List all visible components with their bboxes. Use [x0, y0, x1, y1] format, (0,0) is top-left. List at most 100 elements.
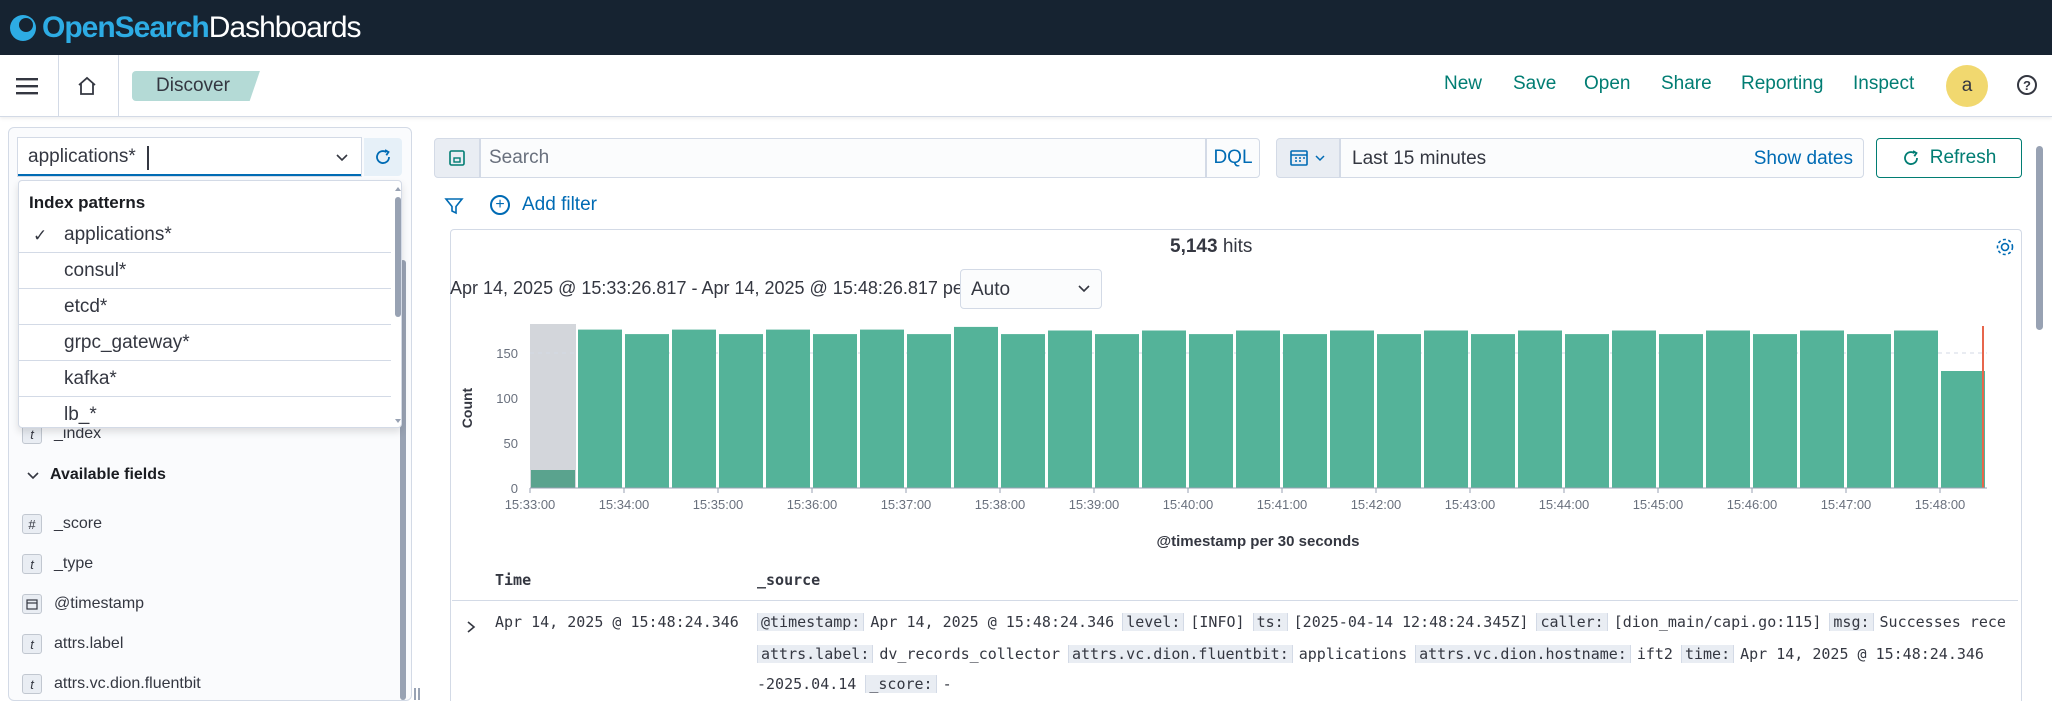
index-option-consul[interactable]: consul*: [19, 253, 391, 289]
main-scrollbar[interactable]: [2034, 140, 2046, 701]
index-option-lb[interactable]: lb_*: [19, 397, 391, 427]
chevron-down-icon[interactable]: [335, 148, 349, 169]
source-value: applications: [1298, 645, 1408, 663]
histogram-bar[interactable]: [1753, 334, 1797, 488]
date-range-value: Last 15 minutes: [1352, 148, 1487, 169]
histogram-bar[interactable]: [907, 334, 951, 488]
field-name: @timestamp: [54, 595, 145, 612]
index-option-grpc-gateway[interactable]: grpc_gateway*: [19, 325, 391, 361]
user-avatar[interactable]: a: [1946, 65, 1988, 107]
share-link[interactable]: Share: [1661, 73, 1712, 95]
menu-icon[interactable]: [10, 69, 44, 103]
index-pattern-combobox[interactable]: applications*: [18, 138, 361, 176]
home-icon[interactable]: [70, 69, 104, 103]
time-range-text: Apr 14, 2025 @ 15:33:26.817 - Apr 14, 20…: [450, 278, 969, 298]
breadcrumb-discover[interactable]: Discover: [132, 71, 260, 101]
date-range-picker[interactable]: Last 15 minutes Show dates: [1340, 138, 1864, 178]
histogram-bar[interactable]: [860, 329, 904, 488]
dropdown-scrollbar[interactable]: [393, 181, 401, 427]
query-language-toggle[interactable]: DQL: [1206, 138, 1260, 178]
filter-icon[interactable]: [444, 196, 464, 221]
refresh-index-button[interactable]: [364, 138, 402, 176]
x-tick-label: 15:37:00: [881, 497, 932, 512]
gear-icon[interactable]: [1994, 236, 2016, 263]
row-timestamp: Apr 14, 2025 @ 15:48:24.346: [495, 613, 739, 631]
refresh-label: Refresh: [1929, 147, 1997, 168]
scrollbar-thumb[interactable]: [395, 197, 401, 317]
index-option-kafka[interactable]: kafka*: [19, 361, 391, 397]
source-value: Successes rece: [1879, 613, 2006, 631]
chevron-right-icon: [467, 621, 476, 633]
x-tick-label: 15:44:00: [1539, 497, 1590, 512]
field-name: attrs.vc.dion.fluentbit: [54, 675, 201, 692]
available-fields-header[interactable]: Available fields: [26, 466, 166, 484]
source-line: @timestamp: Apr 14, 2025 @ 15:48:24.346 le…: [757, 613, 2019, 631]
histogram-bar[interactable]: [578, 329, 622, 488]
save-link[interactable]: Save: [1513, 73, 1556, 95]
help-icon[interactable]: ?: [2017, 75, 2037, 95]
histogram-bar[interactable]: [954, 326, 998, 488]
search-input[interactable]: Search: [480, 138, 1206, 178]
interval-select[interactable]: Auto: [960, 269, 1102, 309]
histogram-bar[interactable]: [1095, 334, 1139, 488]
source-key: time:: [1680, 645, 1735, 663]
histogram-bar[interactable]: [672, 329, 716, 488]
histogram-bar[interactable]: [1565, 334, 1609, 488]
histogram-bar[interactable]: [1283, 334, 1327, 488]
histogram-bar[interactable]: [1424, 330, 1468, 489]
index-pattern-value: applications*: [28, 146, 136, 167]
histogram-bar[interactable]: [1706, 330, 1750, 489]
histogram-bar[interactable]: [1847, 334, 1891, 488]
field-row-attrs-fluentbit[interactable]: t attrs.vc.dion.fluentbit: [22, 669, 201, 699]
add-filter-button[interactable]: + Add filter: [490, 194, 597, 216]
histogram-chart[interactable]: 0 50 100 150 15:33:00 15:34:00 15:35:00 15:36:0…: [450, 318, 2010, 558]
histogram-bar[interactable]: [1001, 334, 1045, 488]
histogram-bar[interactable]: [813, 334, 857, 488]
open-link[interactable]: Open: [1584, 73, 1630, 95]
field-row-attrs-label[interactable]: t attrs.label: [22, 629, 123, 659]
histogram-bar[interactable]: [1471, 334, 1515, 488]
save-icon: [449, 150, 465, 166]
histogram-bar[interactable]: [766, 329, 810, 488]
x-tick-label: 15:43:00: [1445, 497, 1496, 512]
quick-date-menu-button[interactable]: [1276, 138, 1340, 178]
histogram-bar[interactable]: [1330, 330, 1374, 489]
reporting-link[interactable]: Reporting: [1741, 73, 1823, 95]
histogram-bar[interactable]: [1800, 330, 1844, 489]
histogram-bar[interactable]: [1659, 334, 1703, 488]
column-header-source[interactable]: _source: [757, 571, 820, 589]
histogram-bar[interactable]: [1518, 330, 1562, 489]
histogram-bar[interactable]: [1189, 334, 1233, 488]
source-key: ts:: [1252, 613, 1288, 631]
index-option-applications[interactable]: ✓ applications*: [19, 217, 391, 253]
field-row-score[interactable]: # _score: [22, 509, 102, 539]
show-dates-link[interactable]: Show dates: [1754, 148, 1853, 170]
field-row-type[interactable]: t _type: [22, 549, 93, 579]
new-link[interactable]: New: [1444, 73, 1482, 95]
saved-query-button[interactable]: [434, 138, 480, 178]
inspect-link[interactable]: Inspect: [1853, 73, 1914, 95]
histogram-bar[interactable]: [531, 470, 575, 488]
opensearch-logo-icon: [10, 15, 36, 41]
histogram-bar[interactable]: [1142, 330, 1186, 489]
field-row-timestamp[interactable]: @timestamp: [22, 589, 144, 619]
refresh-button[interactable]: Refresh: [1876, 138, 2022, 178]
panel-resize-handle[interactable]: [414, 688, 420, 700]
histogram-bar[interactable]: [1377, 334, 1421, 488]
scrollbar-thumb[interactable]: [2036, 146, 2043, 330]
histogram-bar[interactable]: [1894, 330, 1938, 489]
table-header-divider: [452, 600, 2018, 601]
histogram-bar[interactable]: [719, 334, 763, 488]
index-option-etcd[interactable]: etcd*: [19, 289, 391, 325]
opensearch-logo[interactable]: OpenSearch Dashboards: [10, 8, 361, 48]
histogram-bar[interactable]: [1236, 330, 1280, 489]
column-header-time[interactable]: Time: [495, 571, 531, 589]
histogram-bar[interactable]: [1941, 371, 1985, 488]
partial-bucket-background: [530, 324, 576, 488]
string-type-icon: t: [22, 674, 42, 694]
expand-row-button[interactable]: [460, 616, 482, 638]
histogram-bar[interactable]: [625, 334, 669, 488]
histogram-bar[interactable]: [1612, 330, 1656, 489]
histogram-bar[interactable]: [1048, 330, 1092, 489]
source-value: Apr 14, 2025 @ 15:48:24.346: [870, 613, 1115, 631]
